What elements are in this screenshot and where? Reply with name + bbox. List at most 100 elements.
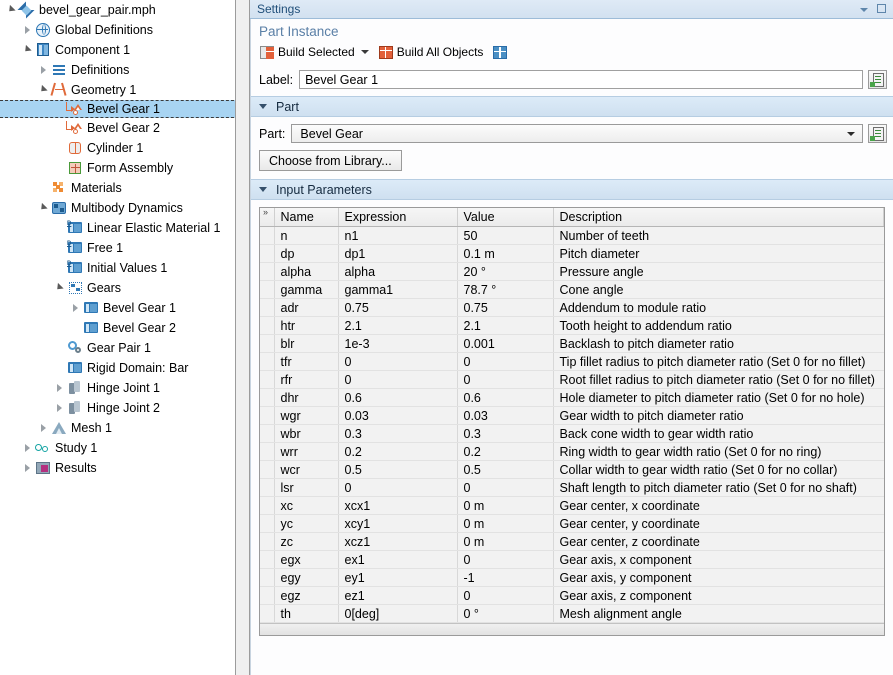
column-header-value[interactable]: Value xyxy=(457,208,554,227)
part-select[interactable]: Bevel Gear xyxy=(291,124,863,143)
cell-name[interactable]: xc xyxy=(274,496,339,515)
cell-expression[interactable]: alpha xyxy=(338,262,458,281)
column-header-name[interactable]: Name xyxy=(274,208,339,227)
expand-triangle-icon[interactable] xyxy=(53,278,66,298)
collapse-triangle-icon[interactable] xyxy=(21,458,34,478)
cell-expression[interactable]: 0 xyxy=(338,370,458,389)
cell-expression[interactable]: 0.75 xyxy=(338,298,458,317)
cell-expression[interactable]: xcy1 xyxy=(338,514,458,533)
table-row[interactable]: dhr 0.6 0.6 Hole diameter to pitch diameter… xyxy=(260,388,884,407)
tree-item-geometry-1[interactable]: Geometry 1 xyxy=(0,80,235,100)
cell-name[interactable]: wrr xyxy=(274,442,339,461)
table-row[interactable]: blr 1e-3 0.001 Backlash to pitch diameter r… xyxy=(260,334,884,353)
tree-item-form-assembly[interactable]: Form Assembly xyxy=(0,158,235,178)
tree-item-mesh-1[interactable]: Mesh 1 xyxy=(0,418,235,438)
collapse-triangle-icon[interactable] xyxy=(53,378,66,398)
cell-expression[interactable]: xcx1 xyxy=(338,496,458,515)
expand-triangle-icon[interactable] xyxy=(37,80,50,100)
table-corner-cell[interactable] xyxy=(260,207,275,227)
tree-item-rigid-domain-bar[interactable]: Rigid Domain: Bar xyxy=(0,358,235,378)
cell-expression[interactable]: ey1 xyxy=(338,568,458,587)
cell-expression[interactable]: 0.3 xyxy=(338,424,458,443)
cell-name[interactable]: n xyxy=(274,226,339,245)
expand-triangle-icon[interactable] xyxy=(37,198,50,218)
row-corner-cell[interactable] xyxy=(260,352,275,371)
input-parameters-table[interactable]: Name Expression Value Description nn150N… xyxy=(260,207,884,623)
collapse-triangle-icon[interactable] xyxy=(21,20,34,40)
row-corner-cell[interactable] xyxy=(260,262,275,281)
row-corner-cell[interactable] xyxy=(260,388,275,407)
cell-name[interactable]: rfr xyxy=(274,370,339,389)
column-header-description[interactable]: Description xyxy=(553,208,884,227)
cell-name[interactable]: yc xyxy=(274,514,339,533)
collapse-triangle-icon[interactable] xyxy=(53,398,66,418)
tree-item-bevel-gear-pair-mph[interactable]: bevel_gear_pair.mph xyxy=(0,0,235,20)
build-selected-dropdown-icon[interactable] xyxy=(360,50,369,54)
tree-item-component-1[interactable]: Component 1 xyxy=(0,40,235,60)
row-corner-cell[interactable] xyxy=(260,460,275,479)
model-builder-tree[interactable]: bevel_gear_pair.mph Global Definitions Com… xyxy=(0,0,235,675)
row-corner-cell[interactable] xyxy=(260,532,275,551)
cell-expression[interactable]: dp1 xyxy=(338,244,458,263)
extra-build-button[interactable] xyxy=(493,45,508,59)
cell-expression[interactable]: 1e-3 xyxy=(338,334,458,353)
cell-name[interactable]: wbr xyxy=(274,424,339,443)
row-corner-cell[interactable] xyxy=(260,424,275,443)
tree-item-gear-pair-1[interactable]: Gear Pair 1 xyxy=(0,338,235,358)
input-parameters-section-header[interactable]: Input Parameters xyxy=(251,179,893,200)
chevron-down-icon[interactable] xyxy=(857,2,871,16)
cell-name[interactable]: blr xyxy=(274,334,339,353)
row-corner-cell[interactable] xyxy=(260,226,275,245)
row-corner-cell[interactable] xyxy=(260,280,275,299)
table-row[interactable]: zc xcz1 0 m Gear center, z coordinate xyxy=(260,532,884,551)
collapse-triangle-icon[interactable] xyxy=(21,438,34,458)
row-corner-cell[interactable] xyxy=(260,298,275,317)
table-row[interactable]: adr 0.75 0.75 Addendum to module ratio xyxy=(260,298,884,317)
table-row[interactable]: th 0[deg] 0 ° Mesh alignment angle xyxy=(260,604,884,623)
collapse-triangle-icon[interactable] xyxy=(37,418,50,438)
column-header-expression[interactable]: Expression xyxy=(338,208,458,227)
cell-expression[interactable]: 0.03 xyxy=(338,406,458,425)
cell-name[interactable]: htr xyxy=(274,316,339,335)
table-row[interactable]: xc xcx1 0 m Gear center, x coordinate xyxy=(260,496,884,515)
cell-expression[interactable]: 0.6 xyxy=(338,388,458,407)
tree-item-gears[interactable]: Gears xyxy=(0,278,235,298)
cell-expression[interactable]: 0.2 xyxy=(338,442,458,461)
cell-name[interactable]: gamma xyxy=(274,280,339,299)
row-corner-cell[interactable] xyxy=(260,604,275,623)
tree-item-bevel-gear-1[interactable]: Bevel Gear 1 xyxy=(0,298,235,318)
cell-expression[interactable]: gamma1 xyxy=(338,280,458,299)
part-section-header[interactable]: Part xyxy=(251,96,893,117)
table-row[interactable]: wrr 0.2 0.2 Ring width to gear width ratio … xyxy=(260,442,884,461)
row-corner-cell[interactable] xyxy=(260,550,275,569)
row-corner-cell[interactable] xyxy=(260,244,275,263)
tree-item-study-1[interactable]: Study 1 xyxy=(0,438,235,458)
table-row[interactable]: egz ez1 0 Gear axis, z component xyxy=(260,586,884,605)
cell-name[interactable]: wgr xyxy=(274,406,339,425)
part-info-button[interactable] xyxy=(868,124,887,143)
table-row[interactable]: yc xcy1 0 m Gear center, y coordinate xyxy=(260,514,884,533)
cell-name[interactable]: egx xyxy=(274,550,339,569)
cell-name[interactable]: egy xyxy=(274,568,339,587)
cell-expression[interactable]: xcz1 xyxy=(338,532,458,551)
tree-scroll-area[interactable]: bevel_gear_pair.mph Global Definitions Com… xyxy=(0,0,235,675)
table-row[interactable]: alpha alpha 20 ° Pressure angle xyxy=(260,262,884,281)
tree-item-materials[interactable]: Materials xyxy=(0,178,235,198)
cell-name[interactable]: dhr xyxy=(274,388,339,407)
cell-expression[interactable]: 2.1 xyxy=(338,316,458,335)
expand-triangle-icon[interactable] xyxy=(5,0,18,20)
row-corner-cell[interactable] xyxy=(260,442,275,461)
cell-name[interactable]: zc xyxy=(274,532,339,551)
cell-name[interactable]: lsr xyxy=(274,478,339,497)
table-row[interactable]: dp dp1 0.1 m Pitch diameter xyxy=(260,244,884,263)
cell-name[interactable]: wcr xyxy=(274,460,339,479)
maximize-panel-icon[interactable] xyxy=(875,2,889,16)
table-row[interactable]: n n1 50 Number of teeth xyxy=(260,226,884,245)
tree-item-global-definitions[interactable]: Global Definitions xyxy=(0,20,235,40)
row-corner-cell[interactable] xyxy=(260,406,275,425)
build-selected-button[interactable]: Build Selected xyxy=(260,45,369,59)
table-row[interactable]: lsr 0 0 Shaft length to pitch diameter rati… xyxy=(260,478,884,497)
choose-from-library-button[interactable]: Choose from Library... xyxy=(259,150,402,171)
panel-splitter[interactable] xyxy=(235,0,250,675)
row-corner-cell[interactable] xyxy=(260,334,275,353)
